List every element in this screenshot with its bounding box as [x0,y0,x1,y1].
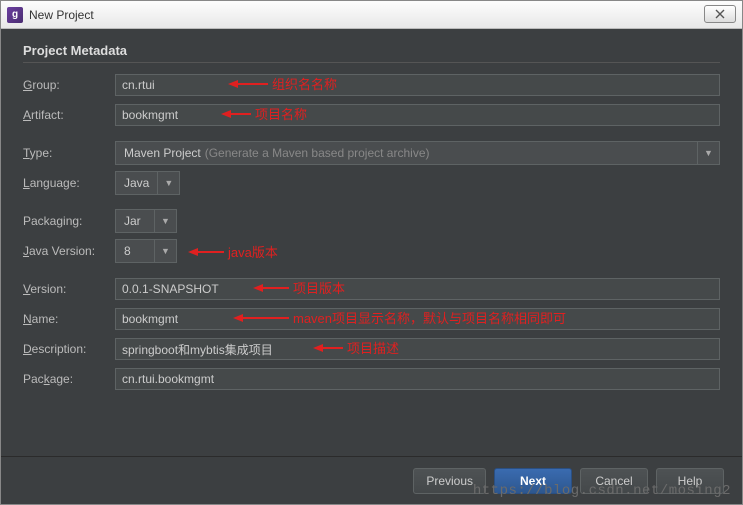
row-description: Description: 项目描述 [23,337,720,361]
packaging-select[interactable]: Jar ▼ [115,209,177,233]
label-type: Type: [23,146,115,160]
window-title: New Project [29,8,94,22]
package-input[interactable] [115,368,720,390]
language-select[interactable]: Java ▼ [115,171,180,195]
label-artifact: Artifact: [23,108,115,122]
label-java-version: Java Version: [23,244,115,258]
row-java-version: Java Version: 8 ▼ java版本 [23,239,720,263]
close-button[interactable] [704,5,736,23]
label-name: Name: [23,312,115,326]
label-packaging: Packaging: [23,214,115,228]
annotation-java-version: java版本 [188,242,278,261]
close-icon [715,9,725,19]
dialog-window: g New Project Project Metadata Group: 组织… [0,0,743,505]
type-value: Maven Project [124,146,201,160]
chevron-down-icon: ▼ [157,172,179,194]
group-input[interactable] [115,74,720,96]
cancel-button[interactable]: Cancel [580,468,648,494]
java-version-select[interactable]: 8 ▼ [115,239,177,263]
content-panel: Project Metadata Group: 组织名名称 Artifact: … [1,29,742,456]
type-select[interactable]: Maven Project (Generate a Maven based pr… [115,141,720,165]
chevron-down-icon: ▼ [154,240,176,262]
arrow-icon [188,245,224,259]
next-button[interactable]: Next [494,468,572,494]
section-heading: Project Metadata [23,43,720,58]
row-type: Type: Maven Project (Generate a Maven ba… [23,141,720,165]
version-input[interactable] [115,278,720,300]
row-package: Package: [23,367,720,391]
label-group: Group: [23,78,115,92]
row-group: Group: 组织名名称 [23,73,720,97]
chevron-down-icon: ▼ [697,142,719,164]
packaging-value: Jar [124,214,141,228]
titlebar: g New Project [1,1,742,29]
chevron-down-icon: ▼ [154,210,176,232]
language-value: Java [124,176,149,190]
row-name: Name: maven项目显示名称，默认与项目名称相同即可 [23,307,720,331]
divider [23,62,720,63]
label-description: Description: [23,342,115,356]
row-packaging: Packaging: Jar ▼ [23,209,720,233]
label-version: Version: [23,282,115,296]
previous-button[interactable]: Previous [413,468,486,494]
description-input[interactable] [115,338,720,360]
footer: Previous Next Cancel Help https://blog.c… [1,456,742,504]
artifact-input[interactable] [115,104,720,126]
label-package: Package: [23,372,115,386]
app-icon: g [7,7,23,23]
name-input[interactable] [115,308,720,330]
row-version: Version: 项目版本 [23,277,720,301]
label-language: Language: [23,176,115,190]
help-button[interactable]: Help [656,468,724,494]
row-language: Language: Java ▼ [23,171,720,195]
java-version-value: 8 [124,244,131,258]
row-artifact: Artifact: 项目名称 [23,103,720,127]
type-hint: (Generate a Maven based project archive) [205,146,430,160]
